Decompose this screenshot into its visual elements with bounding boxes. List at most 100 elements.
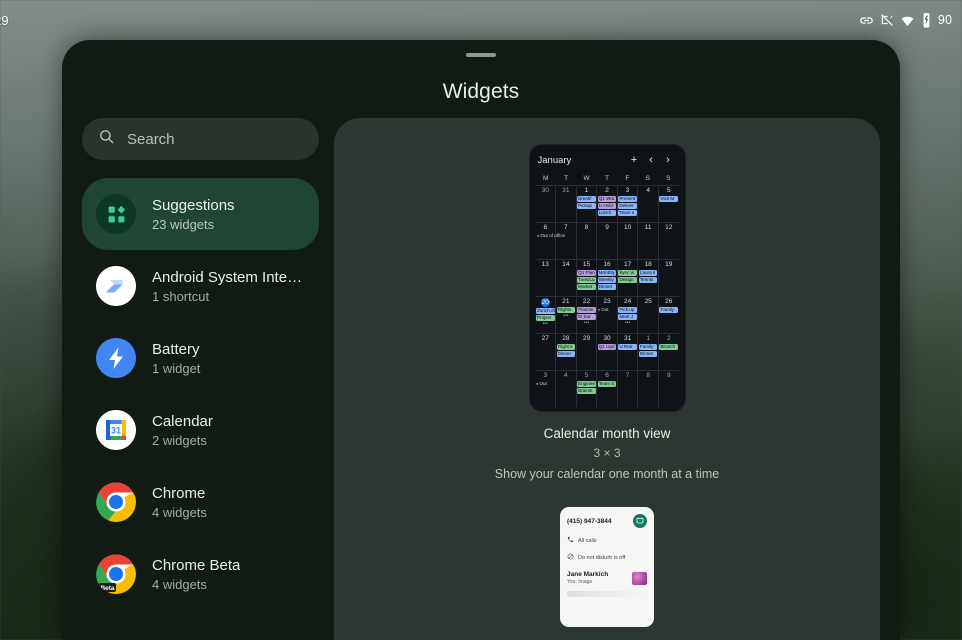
calendar-event-chip[interactable]: Market xyxy=(577,284,596,290)
calendar-day-cell[interactable]: 6Team S xyxy=(597,371,618,407)
calendar-event-chip[interactable]: Team S xyxy=(598,381,617,387)
calendar-event-chip[interactable]: Laura s xyxy=(639,270,658,276)
calendar-event-chip[interactable]: Deliver xyxy=(618,203,637,209)
calendar-day-cell[interactable]: 30Q1 Upd xyxy=(597,334,618,370)
calendar-day-cell[interactable]: 22PlanninEl Sur••• xyxy=(577,297,598,333)
sidebar-item-chrome[interactable]: Chrome 4 widgets xyxy=(82,466,319,538)
calendar-day-cell[interactable]: 10 xyxy=(618,223,639,259)
calendar-event-chip[interactable]: Tues/Lu xyxy=(577,277,596,283)
calendar-event-chip[interactable]: Monthly xyxy=(598,270,617,276)
phone-widget-preview[interactable]: (415) 947-3844 All xyxy=(560,507,654,627)
sidebar-item-suggestions[interactable]: Suggestions 23 widgets xyxy=(82,178,319,250)
calendar-day-cell[interactable]: 2Brunch xyxy=(659,334,679,370)
calendar-day-cell[interactable]: 3PresentDeliverTeam s xyxy=(618,186,639,222)
phone-widget-all-calls-row[interactable]: All calls xyxy=(567,536,647,545)
calendar-event-chip[interactable]: Flight s xyxy=(557,344,576,350)
calendar-event-chip[interactable]: Enginee xyxy=(577,381,596,387)
calendar-day-cell[interactable]: 29 xyxy=(577,334,598,370)
calendar-day-cell[interactable]: 30 xyxy=(536,186,557,222)
calendar-day-cell[interactable]: 21Flights••• xyxy=(556,297,577,333)
calendar-day-cell[interactable]: 5EngineeBrainst xyxy=(577,371,598,407)
calendar-add-event-button[interactable]: + xyxy=(626,155,643,166)
calendar-event-chip[interactable]: Brainst xyxy=(577,388,596,394)
calendar-event-chip[interactable]: Lunch xyxy=(598,210,617,216)
calendar-day-cell[interactable]: 20Zurich design rProject••• xyxy=(536,297,557,333)
calendar-event-chip[interactable]: Tennis xyxy=(639,277,658,283)
sidebar-item-battery[interactable]: Battery 1 widget xyxy=(82,322,319,394)
phone-widget-contact-row[interactable]: Jane Markich You: Image xyxy=(567,571,647,585)
sidebar-item-chrome-beta[interactable]: Beta Chrome Beta 4 widgets xyxy=(82,538,319,610)
calendar-more-events-indicator[interactable]: ••• xyxy=(618,321,638,326)
calendar-event-chip[interactable]: Dinner xyxy=(639,351,658,357)
calendar-day-cell[interactable]: 7 xyxy=(556,223,577,259)
calendar-more-events-indicator[interactable]: ••• xyxy=(536,322,556,327)
calendar-event-chip[interactable]: Pickup xyxy=(577,203,596,209)
calendar-day-cell[interactable]: 25 xyxy=(638,297,659,333)
calendar-event-chip[interactable]: Dinner xyxy=(557,351,576,357)
calendar-day-cell[interactable]: 12 xyxy=(659,223,679,259)
calendar-event-chip[interactable]: Present xyxy=(618,196,637,202)
calendar-day-cell[interactable]: 3Out xyxy=(536,371,557,407)
calendar-event-chip[interactable]: U Retr xyxy=(618,344,637,350)
calendar-day-cell[interactable]: 31 xyxy=(556,186,577,222)
sidebar[interactable]: Search Suggestions 23 w xyxy=(62,118,334,640)
calendar-event-chip[interactable]: Design xyxy=(618,277,637,283)
calendar-day-cell[interactable]: 8 xyxy=(638,371,659,407)
calendar-event-chip[interactable]: Zurich design r xyxy=(536,308,555,314)
calendar-event-chip[interactable]: U Hold xyxy=(598,203,617,209)
calendar-event-chip[interactable]: Out of office xyxy=(537,233,596,239)
calendar-day-cell[interactable]: 27 xyxy=(536,334,557,370)
calendar-day-cell[interactable]: 31U Retr xyxy=(618,334,639,370)
sheet-drag-handle[interactable] xyxy=(466,53,496,57)
calendar-day-cell[interactable]: 24Pick upMeet J••• xyxy=(618,297,639,333)
calendar-more-events-indicator[interactable]: ••• xyxy=(556,314,576,319)
phone-widget-dnd-row[interactable]: Do not disturb is off xyxy=(567,553,647,562)
message-icon[interactable] xyxy=(633,514,647,528)
calendar-event-chip[interactable]: Visit M xyxy=(659,196,678,202)
calendar-day-cell[interactable]: 4 xyxy=(556,371,577,407)
calendar-day-cell[interactable]: 9 xyxy=(659,371,679,407)
calendar-event-chip[interactable]: Q1 Wra xyxy=(598,196,617,202)
calendar-day-cell[interactable]: 19 xyxy=(659,260,679,296)
calendar-day-cell[interactable]: 11 xyxy=(638,223,659,259)
calendar-day-cell[interactable]: 2Q1 WraU HoldLunch xyxy=(597,186,618,222)
calendar-day-cell[interactable]: 26Family xyxy=(659,297,679,333)
calendar-event-chip[interactable]: Family xyxy=(639,344,658,350)
calendar-day-cell[interactable]: 23Out xyxy=(597,297,618,333)
calendar-day-cell[interactable]: 17Sync wDesign xyxy=(618,260,639,296)
calendar-prev-month-button[interactable]: ‹ xyxy=(643,155,660,166)
calendar-day-cell[interactable]: 15Q1 PlanTues/LuMarket xyxy=(577,260,598,296)
calendar-day-cell[interactable]: 13 xyxy=(536,260,557,296)
calendar-event-chip[interactable]: Q1 Plan xyxy=(577,270,596,276)
calendar-day-cell[interactable]: 7 xyxy=(618,371,639,407)
calendar-more-events-indicator[interactable]: ••• xyxy=(577,321,597,326)
calendar-event-chip[interactable]: Pick up xyxy=(618,307,637,313)
calendar-event-chip[interactable]: Breakf xyxy=(577,196,596,202)
calendar-day-cell[interactable]: 8 xyxy=(577,223,598,259)
sidebar-item-calendar[interactable]: 31 Calendar 2 widgets xyxy=(82,394,319,466)
calendar-month-widget-preview[interactable]: January + ‹ › MTWTFSS 30311BreakfPickup2… xyxy=(529,144,686,412)
calendar-event-chip[interactable]: Sync w xyxy=(618,270,637,276)
calendar-event-chip[interactable]: Out xyxy=(536,381,555,387)
sidebar-item-android-system-intelligence[interactable]: Android System Intelligence 1 shortcut xyxy=(82,250,319,322)
calendar-day-cell[interactable]: 14 xyxy=(556,260,577,296)
calendar-day-cell[interactable]: 4 xyxy=(638,186,659,222)
search-input[interactable]: Search xyxy=(82,118,319,160)
widget-preview-scroll[interactable]: January + ‹ › MTWTFSS 30311BreakfPickup2… xyxy=(334,118,880,640)
calendar-day-cell[interactable]: 1FamilyDinner xyxy=(638,334,659,370)
calendar-event-chip[interactable]: Dinner xyxy=(598,284,617,290)
calendar-event-chip[interactable]: Plannin xyxy=(577,307,596,313)
calendar-event-chip[interactable]: Brunch xyxy=(659,344,678,350)
calendar-day-cell[interactable]: 5Visit M xyxy=(659,186,679,222)
calendar-day-cell[interactable]: 1BreakfPickup xyxy=(577,186,598,222)
calendar-event-chip[interactable]: Family xyxy=(659,307,678,313)
calendar-event-chip[interactable]: Q1 Upd xyxy=(598,344,617,350)
calendar-day-cell[interactable]: 28Flight sDinner xyxy=(556,334,577,370)
calendar-event-chip[interactable]: Team s xyxy=(618,210,637,216)
calendar-day-cell[interactable]: 9 xyxy=(597,223,618,259)
calendar-event-chip[interactable]: Out xyxy=(598,307,617,313)
calendar-day-cell[interactable]: 18Laura sTennis xyxy=(638,260,659,296)
calendar-next-month-button[interactable]: › xyxy=(660,155,677,166)
calendar-day-cell[interactable]: 16MonthlyWeeklyDinner xyxy=(597,260,618,296)
calendar-event-chip[interactable]: Weekly xyxy=(598,277,617,283)
